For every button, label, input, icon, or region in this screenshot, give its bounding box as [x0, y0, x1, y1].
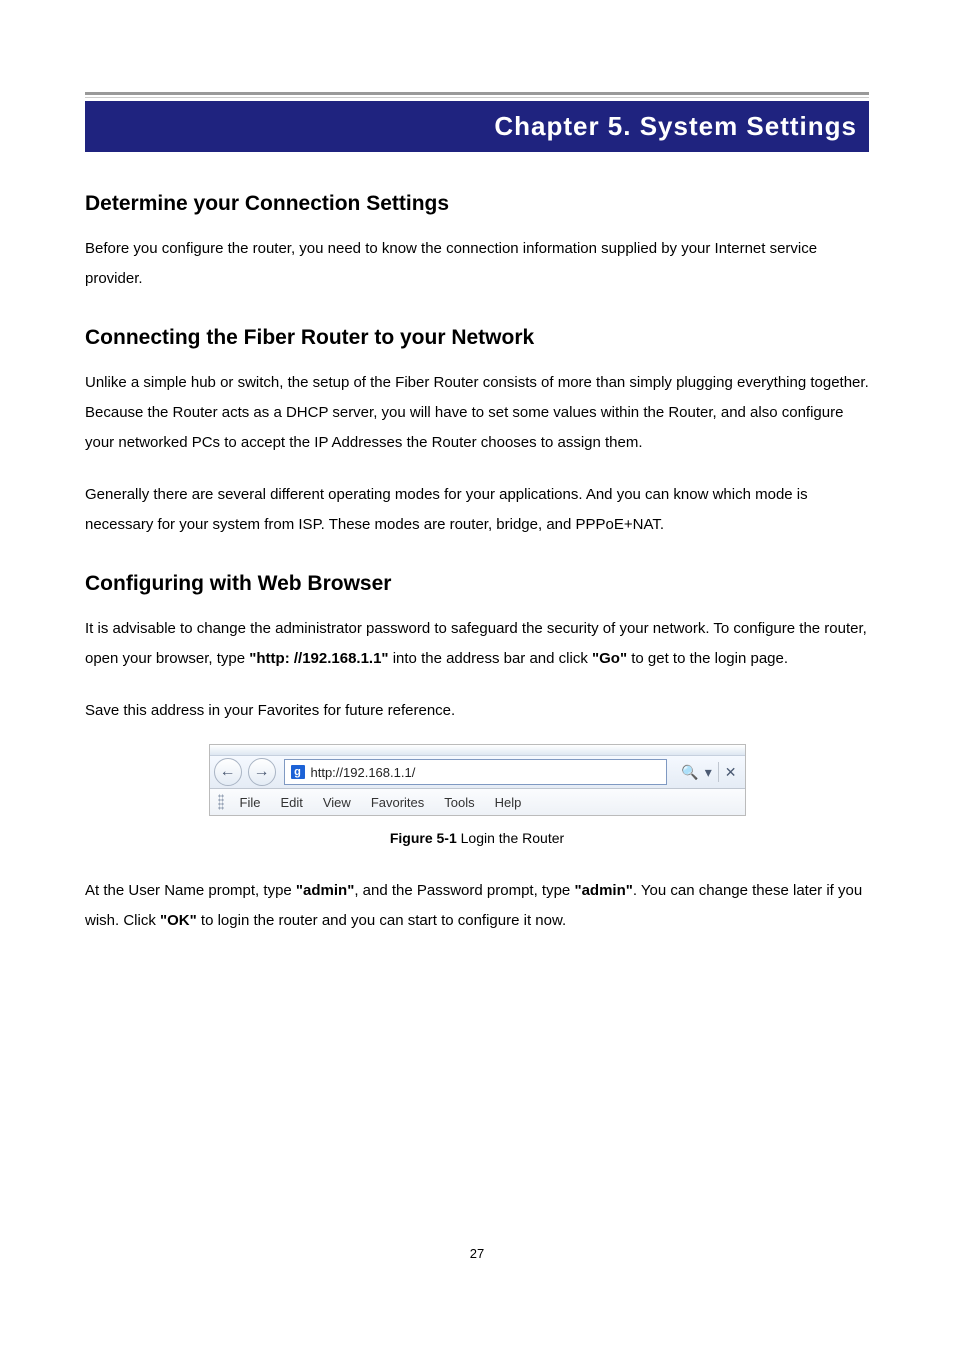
content-area: Determine your Connection Settings Befor… [85, 192, 869, 1261]
section-heading-determine: Determine your Connection Settings [85, 192, 869, 216]
figure-caption: Figure 5-1 Login the Router [85, 830, 869, 846]
text: , and the Password prompt, type [354, 882, 574, 899]
bold-text: "OK" [160, 912, 197, 929]
paragraph: Before you configure the router, you nee… [85, 234, 869, 294]
address-url: http://192.168.1.1/ [311, 765, 416, 780]
bold-text: "admin" [574, 882, 632, 899]
site-badge-icon: g [291, 765, 305, 779]
address-bar[interactable]: g http://192.168.1.1/ [284, 759, 668, 785]
paragraph: Generally there are several different op… [85, 480, 869, 540]
bold-text: "http: //192.168.1.1" [249, 650, 388, 667]
browser-screenshot: ← → g http://192.168.1.1/ 🔍 ▾ ✕ Fi [209, 744, 746, 816]
page-number: 27 [85, 1246, 869, 1261]
separator [718, 762, 719, 782]
menu-view[interactable]: View [313, 795, 361, 810]
bold-text: "admin" [296, 882, 354, 899]
toolbar-right: 🔍 ▾ ✕ [673, 762, 744, 782]
paragraph: At the User Name prompt, type "admin", a… [85, 876, 869, 936]
browser-tab-strip [210, 745, 745, 756]
chapter-title: Chapter 5. System Settings [494, 111, 857, 141]
menu-edit[interactable]: Edit [270, 795, 312, 810]
menu-favorites[interactable]: Favorites [361, 795, 434, 810]
chapter-banner: Chapter 5. System Settings [85, 101, 869, 152]
menu-help[interactable]: Help [485, 795, 532, 810]
bold-text: "Go" [592, 650, 627, 667]
forward-button[interactable]: → [248, 758, 276, 786]
text: into the address bar and click [389, 650, 592, 667]
drag-handle-icon[interactable] [218, 794, 224, 810]
figure-title: Login the Router [457, 830, 564, 846]
paragraph: Unlike a simple hub or switch, the setup… [85, 368, 869, 458]
search-icon[interactable]: 🔍 [681, 764, 698, 781]
dropdown-icon[interactable]: ▾ [705, 764, 712, 781]
menu-tools[interactable]: Tools [434, 795, 484, 810]
arrow-right-icon: → [254, 764, 270, 780]
back-button[interactable]: ← [214, 758, 242, 786]
section-heading-connecting: Connecting the Fiber Router to your Netw… [85, 326, 869, 350]
menu-file[interactable]: File [230, 795, 271, 810]
close-icon[interactable]: ✕ [725, 764, 737, 781]
text: At the User Name prompt, type [85, 882, 296, 899]
paragraph: It is advisable to change the administra… [85, 614, 869, 674]
text: to login the router and you can start to… [197, 912, 566, 929]
section-heading-configuring: Configuring with Web Browser [85, 572, 869, 596]
document-page: { "chapter_title": "Chapter 5. System Se… [0, 92, 954, 1261]
arrow-left-icon: ← [220, 764, 236, 780]
paragraph: Save this address in your Favorites for … [85, 696, 869, 726]
header-rule [85, 92, 869, 98]
browser-address-row: ← → g http://192.168.1.1/ 🔍 ▾ ✕ [210, 756, 745, 789]
text: to get to the login page. [627, 650, 788, 667]
figure-number: Figure 5-1 [390, 830, 457, 846]
browser-menu-bar: File Edit View Favorites Tools Help [210, 789, 745, 815]
